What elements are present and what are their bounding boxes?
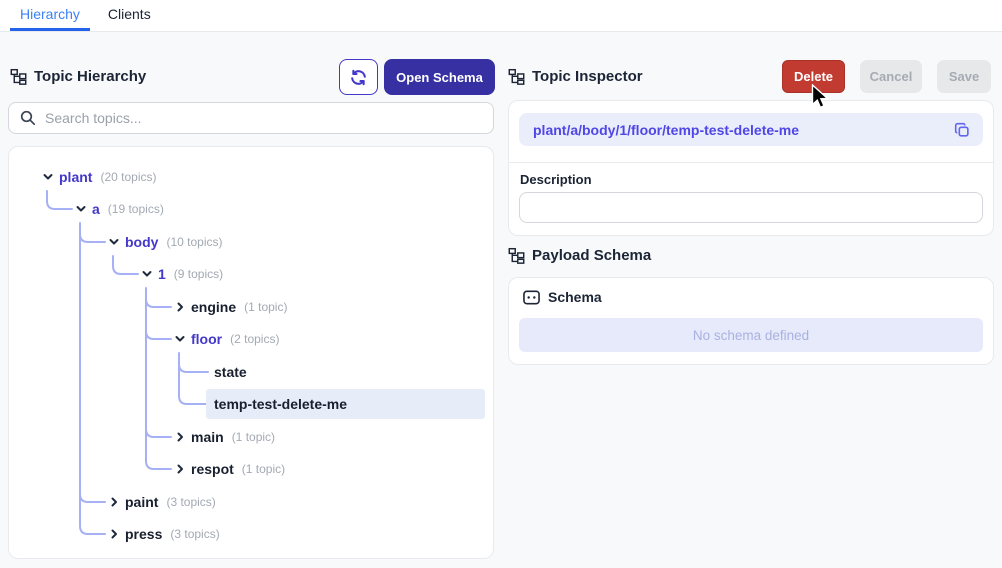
hierarchy-icon xyxy=(508,247,525,264)
tree-node-count: (2 topics) xyxy=(230,332,280,346)
tree-node-count: (9 topics) xyxy=(173,267,224,281)
no-schema-box: No schema defined xyxy=(519,318,983,352)
chevron-down-icon[interactable] xyxy=(108,236,120,248)
chevron-right-icon[interactable] xyxy=(108,496,120,508)
refresh-icon xyxy=(351,69,366,85)
topic-path-bar: plant/a/body/1/floor/temp-test-delete-me xyxy=(519,113,983,146)
tree-node-count: (3 topics) xyxy=(166,495,216,509)
tree-node-label: body xyxy=(125,234,159,250)
hierarchy-icon xyxy=(10,68,27,85)
schema-label-row: Schema xyxy=(523,289,602,305)
delete-button[interactable]: Delete xyxy=(782,60,845,93)
tab-clients[interactable]: Clients xyxy=(98,0,161,31)
schema-card: Schema No schema defined xyxy=(508,277,994,365)
copy-button[interactable] xyxy=(949,117,975,143)
top-tab-bar: Hierarchy Clients xyxy=(0,0,1002,32)
tree-node-count: (20 topics) xyxy=(100,170,157,184)
right-panel-header: Topic Inspector xyxy=(508,68,643,85)
tree-node-count: (1 topic) xyxy=(241,462,286,476)
chevron-down-icon[interactable] xyxy=(75,203,87,215)
tree-node-label: paint xyxy=(125,494,159,510)
tree-node-label: press xyxy=(125,526,163,542)
save-button[interactable]: Save xyxy=(937,60,991,93)
search-icon xyxy=(20,110,36,126)
tree-node-label: temp-test-delete-me xyxy=(214,396,348,412)
tree-node-label: a xyxy=(92,201,100,217)
copy-icon xyxy=(954,122,969,137)
chevron-right-icon[interactable] xyxy=(174,431,186,443)
chevron-down-icon[interactable] xyxy=(174,333,186,345)
divider xyxy=(509,162,993,163)
refresh-button[interactable] xyxy=(339,59,378,95)
description-field[interactable] xyxy=(519,192,983,223)
chevron-right-icon[interactable] xyxy=(174,463,186,475)
tree-node-body[interactable]: body (10 topics) xyxy=(9,227,493,257)
tree-node-engine[interactable]: engine (1 topic) xyxy=(9,292,493,322)
payload-schema-title: Payload Schema xyxy=(532,247,652,264)
tree-node-plant[interactable]: plant (20 topics) xyxy=(9,162,493,192)
tree-node-label: state xyxy=(214,364,247,380)
search-input[interactable] xyxy=(45,110,493,126)
topic-inspector-card: plant/a/body/1/floor/temp-test-delete-me… xyxy=(508,100,994,236)
tree-node-label: plant xyxy=(59,169,93,185)
payload-schema-header: Payload Schema xyxy=(508,247,651,264)
chevron-down-icon[interactable] xyxy=(141,268,153,280)
tree-node-label: respot xyxy=(191,461,234,477)
left-panel-title: Topic Hierarchy xyxy=(34,68,147,85)
tree-node-count: (1 topic) xyxy=(244,300,288,314)
tree-node-floor[interactable]: floor (2 topics) xyxy=(9,324,493,354)
tree-node-a[interactable]: a (19 topics) xyxy=(9,194,493,224)
tree-node-main[interactable]: main (1 topic) xyxy=(9,422,493,452)
description-label: Description xyxy=(520,172,592,187)
open-schema-button[interactable]: Open Schema xyxy=(384,59,495,95)
no-schema-message: No schema defined xyxy=(692,327,810,343)
chevron-down-icon[interactable] xyxy=(42,171,54,183)
tab-hierarchy[interactable]: Hierarchy xyxy=(10,0,90,31)
tree-node-paint[interactable]: paint (3 topics) xyxy=(9,487,493,517)
hierarchy-icon xyxy=(508,68,525,85)
cancel-button[interactable]: Cancel xyxy=(860,60,922,93)
tree-node-temp-test-delete-me[interactable]: temp-test-delete-me xyxy=(9,389,493,419)
tree-node-count: (19 topics) xyxy=(107,202,164,216)
tree-node-label: 1 xyxy=(158,266,166,282)
tree-node-state[interactable]: state xyxy=(9,357,493,387)
tree-node-count: (1 topic) xyxy=(231,430,276,444)
tree-node-count: (10 topics) xyxy=(166,235,223,249)
tree-node-label: main xyxy=(191,429,224,445)
tree-node-label: engine xyxy=(191,299,237,315)
schema-label: Schema xyxy=(548,289,602,305)
right-panel-title: Topic Inspector xyxy=(532,68,643,85)
schema-icon xyxy=(523,290,540,304)
chevron-right-icon[interactable] xyxy=(174,301,186,313)
tree-node-1[interactable]: 1 (9 topics) xyxy=(9,259,493,289)
tree-node-respot[interactable]: respot (1 topic) xyxy=(9,454,493,484)
topic-tree: plant (20 topics) a (19 topics) body (10 topi… xyxy=(8,146,494,559)
tree-node-press[interactable]: press (3 topics) xyxy=(9,519,493,549)
left-panel-header: Topic Hierarchy xyxy=(10,68,146,85)
topic-path: plant/a/body/1/floor/temp-test-delete-me xyxy=(533,121,800,138)
tree-node-count: (3 topics) xyxy=(170,527,220,541)
chevron-right-icon[interactable] xyxy=(108,528,120,540)
search-box xyxy=(8,102,494,134)
tree-node-label: floor xyxy=(191,331,223,347)
